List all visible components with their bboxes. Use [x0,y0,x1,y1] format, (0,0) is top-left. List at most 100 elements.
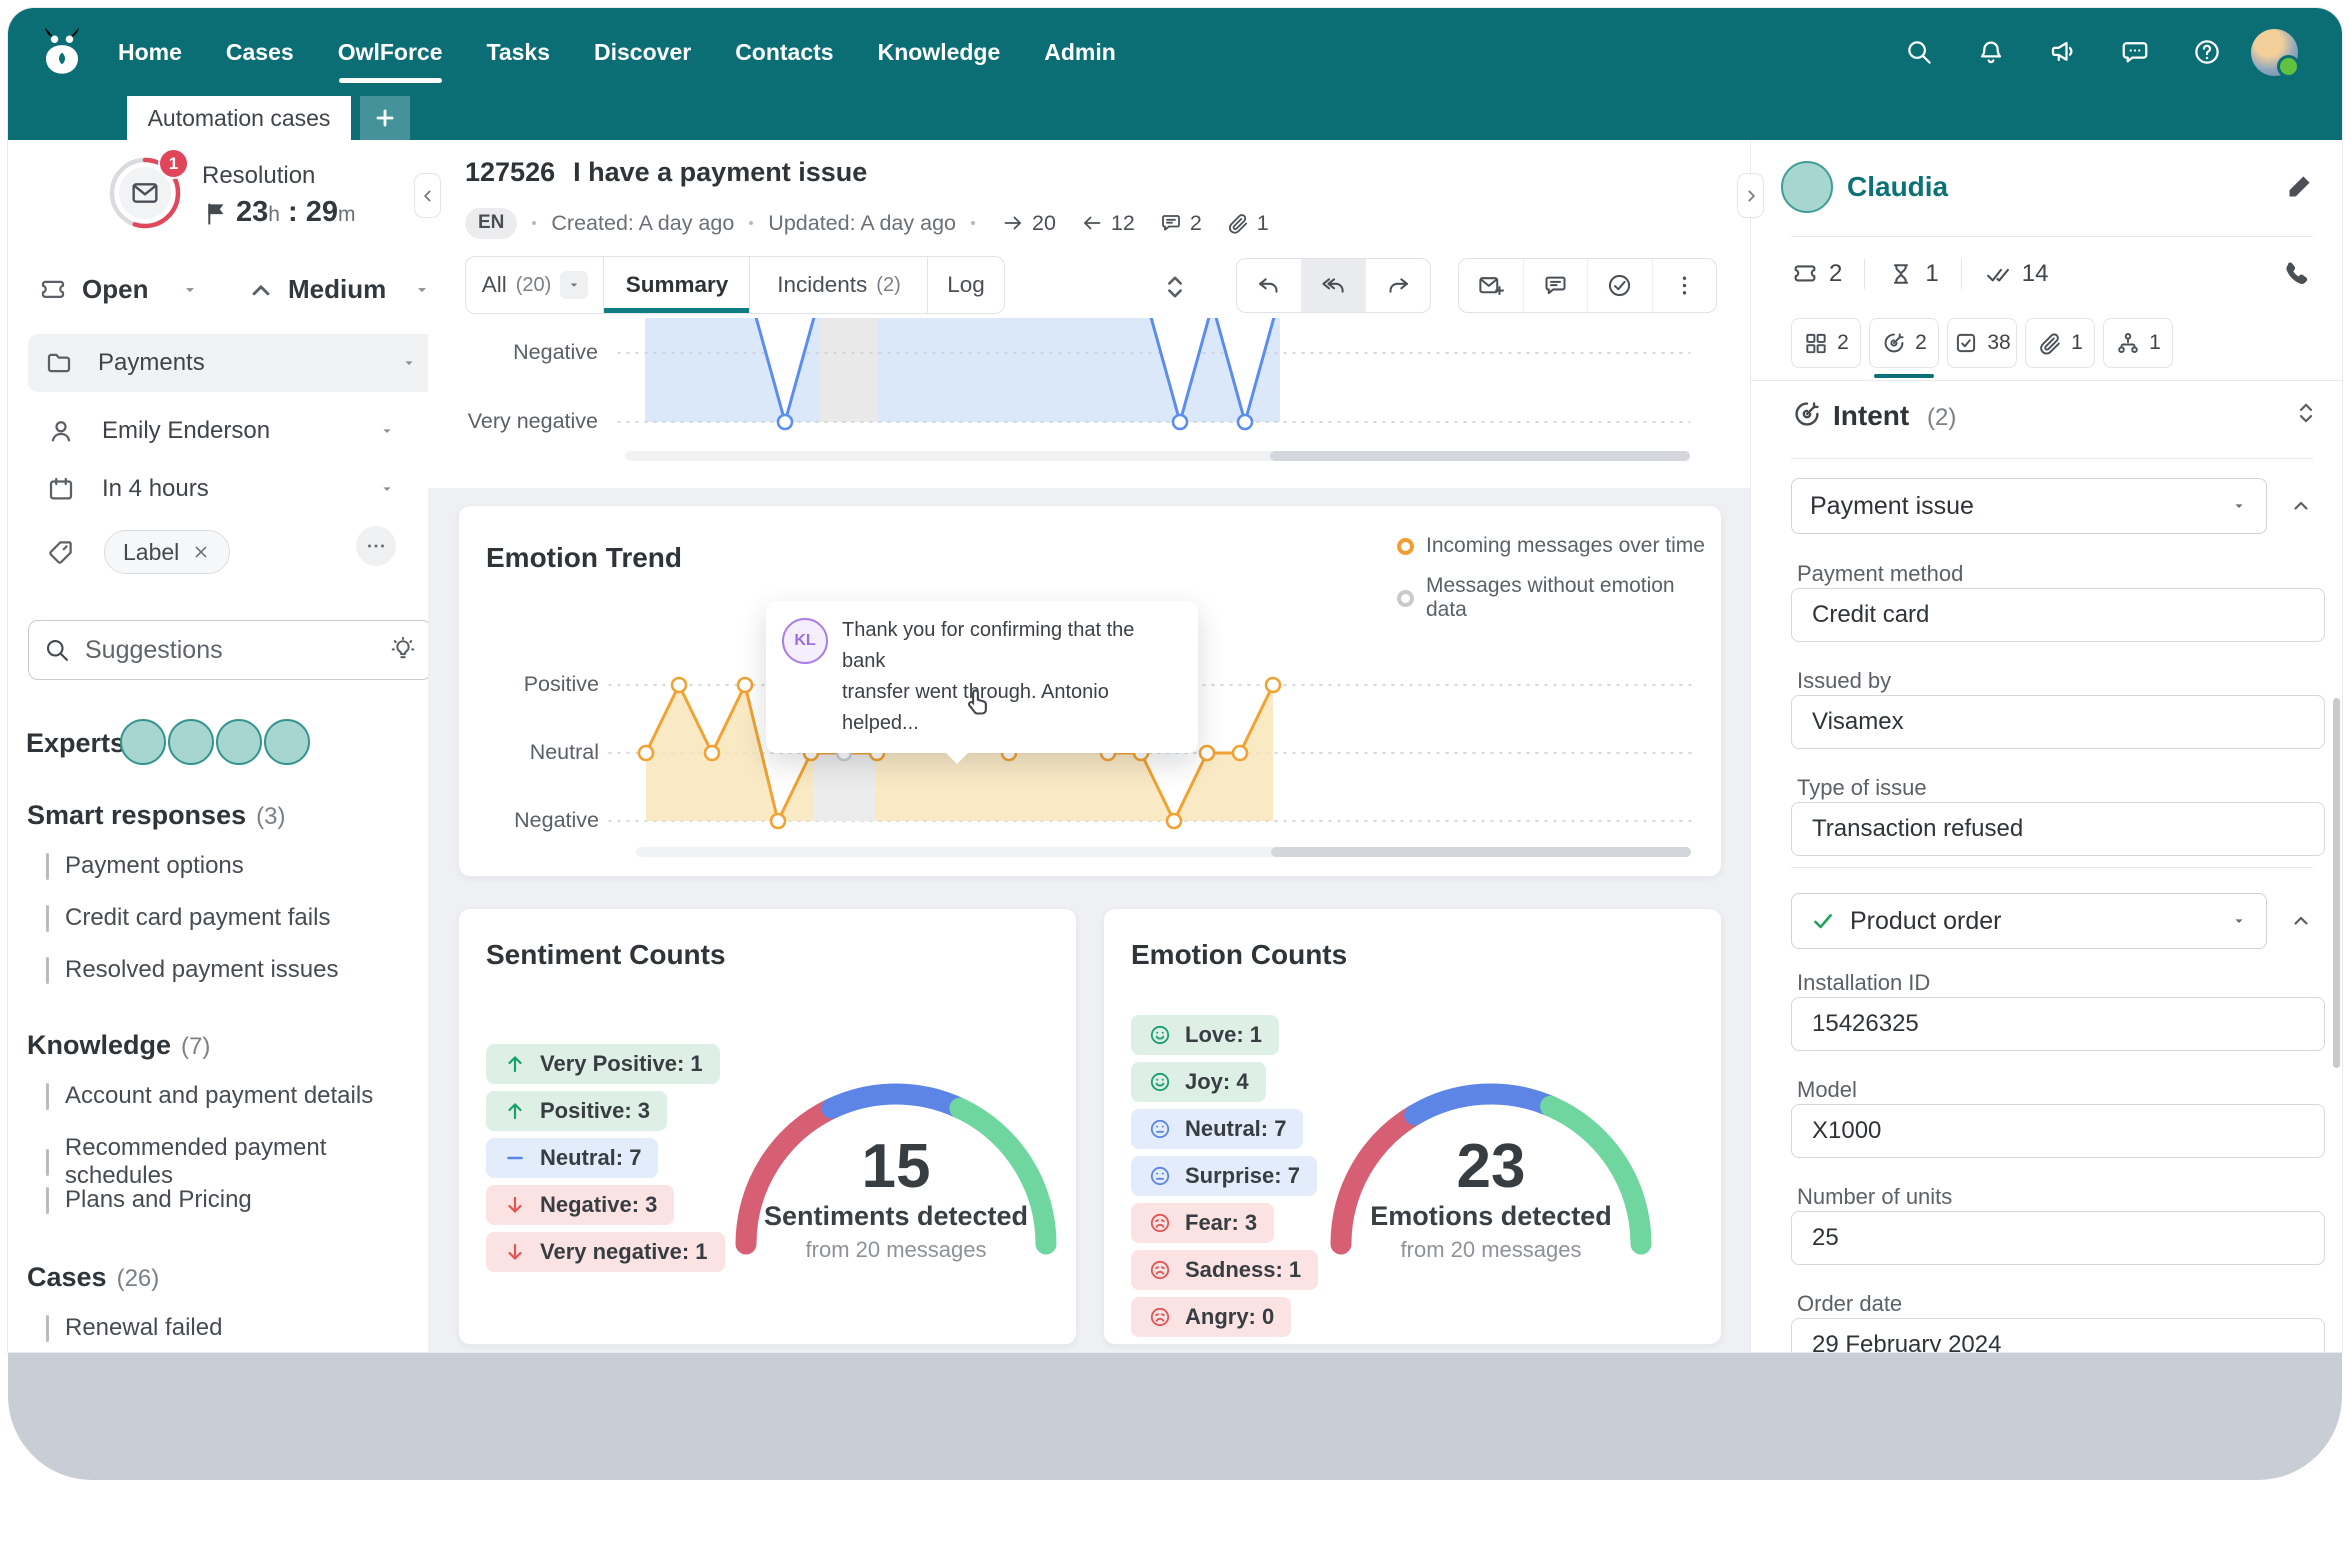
megaphone-icon[interactable] [2048,37,2078,67]
nav-item-discover[interactable]: Discover [594,39,691,66]
nav-item-contacts[interactable]: Contacts [735,39,833,66]
user-avatar[interactable] [2251,29,2298,76]
caret-icon [400,354,418,372]
count-chip: Sadness: 1 [1131,1250,1318,1290]
sort-toggle-icon[interactable] [2291,398,2321,428]
count-chip: Positive: 3 [486,1091,667,1131]
collapse-section-icon[interactable] [2289,909,2313,933]
nav-item-owlforce[interactable]: OwlForce [338,39,443,66]
lightbulb-icon[interactable] [389,636,417,664]
tool-comment[interactable] [1523,259,1588,312]
list-item[interactable]: Recommended payment schedules [46,1134,428,1190]
tab-all[interactable]: All(20) [465,256,605,314]
phone-icon[interactable] [2279,258,2311,290]
contact-tab-org[interactable]: 1 [2103,318,2173,368]
comment-icon [1159,211,1183,235]
intent-select-2[interactable]: Product order [1791,893,2267,949]
nav-item-home[interactable]: Home [118,39,182,66]
calendar-icon [46,474,76,504]
form-input-issued-by[interactable]: Visamex [1791,695,2325,749]
tool-kebab[interactable] [1652,259,1717,312]
tool-forward[interactable] [1365,259,1430,312]
forward-icon [1385,272,1412,299]
tool-reply[interactable] [1237,259,1301,312]
panel-scrollbar[interactable] [2333,698,2340,1068]
contact-tab-grid[interactable]: 2 [1791,318,1861,368]
collapse-left-panel-button[interactable] [414,173,441,218]
paperclip-icon [2037,330,2063,356]
list-item[interactable]: Account and payment details [46,1082,373,1110]
contact-tab-dart[interactable]: 2 [1869,318,1939,368]
nav-item-cases[interactable]: Cases [226,39,294,66]
online-status-dot [2277,55,2300,78]
search-icon[interactable] [1904,37,1934,67]
new-tab-button[interactable] [360,96,410,140]
collapse-right-panel-button[interactable] [1737,173,1764,218]
form-input-payment-method[interactable]: Credit card [1791,588,2325,642]
section-heading-smart-responses: Smart responses(3) [27,800,285,831]
collapse-section-icon[interactable] [2289,494,2313,518]
suggestions-input[interactable] [83,635,377,666]
caret-icon [2230,497,2248,515]
toolbar-group-2 [1458,258,1717,313]
more-labels-button[interactable] [356,526,396,566]
field-in-4-hours[interactable]: In 4 hours [46,474,396,504]
expert-avatar[interactable] [120,719,166,765]
field-payments[interactable]: Payments [28,334,434,392]
count-chip: Surprise: 7 [1131,1156,1317,1196]
reply-icon [1255,272,1282,299]
nav-item-admin[interactable]: Admin [1044,39,1116,66]
nav-item-knowledge[interactable]: Knowledge [878,39,1001,66]
form-input-installation-id[interactable]: 15426325 [1791,997,2325,1051]
form-input-model[interactable]: X1000 [1791,1104,2325,1158]
gauge-caption: Emotions detected [1321,1201,1661,1232]
list-item[interactable]: Renewal failed [46,1314,222,1342]
contact-name[interactable]: Claudia [1847,171,1948,203]
tab-dropdown-button[interactable] [560,271,588,299]
status-dropdown[interactable]: Open [38,274,200,305]
list-item[interactable]: Resolved payment issues [46,956,338,984]
sentiment-counts-title: Sentiment Counts [486,939,726,971]
form-label: Installation ID [1797,970,1930,996]
divider [1961,259,1962,289]
priority-dropdown[interactable]: Medium [246,274,432,305]
form-input-type-of-issue[interactable]: Transaction refused [1791,802,2325,856]
expert-avatar[interactable] [216,719,262,765]
form-input-number-of-units[interactable]: 25 [1791,1211,2325,1265]
nav-item-tasks[interactable]: Tasks [487,39,551,66]
expert-avatar[interactable] [264,719,310,765]
chevron-left-icon [418,186,438,206]
contact-avatar[interactable] [1781,161,1833,213]
tool-envelope-plus[interactable] [1459,259,1523,312]
tab-automation-cases[interactable]: Automation cases [127,96,351,140]
tab-log[interactable]: Log [927,256,1005,314]
chart-scrollbar[interactable] [636,847,1691,857]
tab-incidents[interactable]: Incidents(2) [749,256,929,314]
intent-select-1[interactable]: Payment issue [1791,478,2267,534]
divider [1791,867,2313,868]
contact-tab-checkbox[interactable]: 38 [1947,318,2017,368]
chart-scrollbar-thumb[interactable] [1270,451,1690,461]
tab-summary[interactable]: Summary [603,256,751,314]
tool-reply-all[interactable] [1301,259,1366,312]
list-item[interactable]: Credit card payment fails [46,904,330,932]
bell-icon[interactable] [1976,37,2006,67]
sentiment-trend-chart: NegativeVery negative [428,318,1751,488]
expert-avatar[interactable] [168,719,214,765]
chart-scrollbar-thumb[interactable] [1271,847,1691,857]
form-input-order-date[interactable]: 29 February 2024 [1791,1318,2325,1352]
list-item[interactable]: Plans and Pricing [46,1186,252,1214]
sort-toggle-icon[interactable] [1158,270,1192,304]
chart-scrollbar[interactable] [625,451,1690,461]
face-neutral-icon [1148,1164,1172,1188]
chat-icon[interactable] [2120,37,2150,67]
contact-tab-paperclip[interactable]: 1 [2025,318,2095,368]
help-icon[interactable] [2192,37,2222,67]
edit-pencil-icon[interactable] [2285,171,2315,201]
field-emily-enderson[interactable]: Emily Enderson [46,416,396,446]
sentiment-counts-card: Sentiment Counts Very Positive: 1Positiv… [458,908,1077,1345]
list-item[interactable]: Payment options [46,852,244,880]
close-icon[interactable] [191,542,211,562]
label-chip[interactable]: Label [104,530,230,574]
tool-check-circle[interactable] [1587,259,1652,312]
